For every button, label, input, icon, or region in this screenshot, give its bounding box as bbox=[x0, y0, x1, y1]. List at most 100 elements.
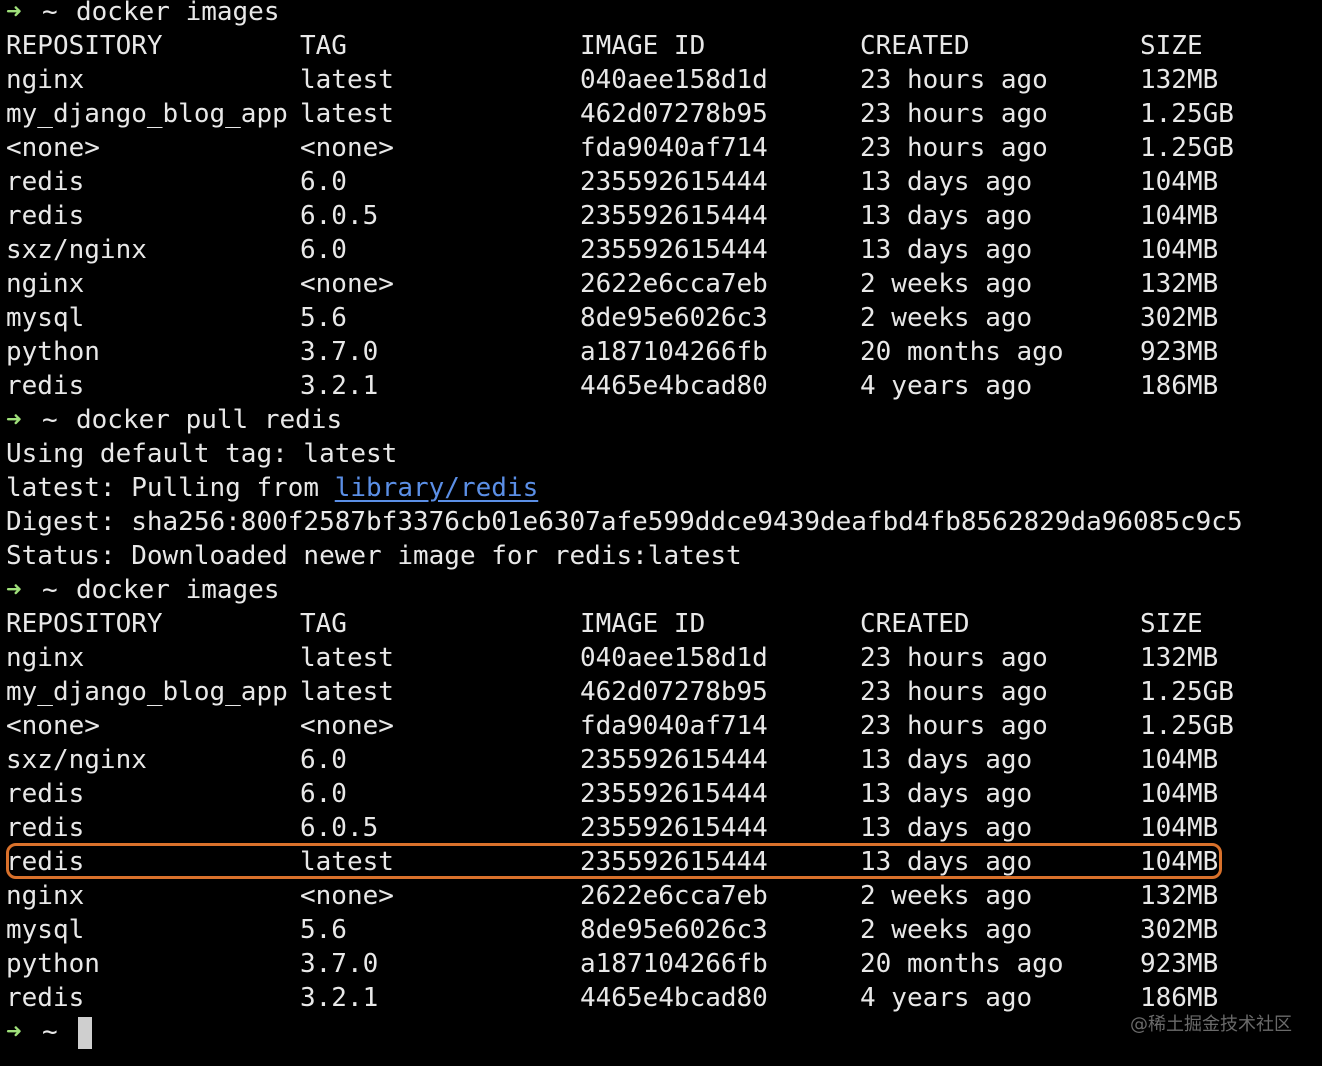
cell-created: 13 days ago bbox=[860, 201, 1033, 231]
cell-size: 1.25GB bbox=[1140, 711, 1234, 741]
cell-tag: latest bbox=[300, 643, 394, 673]
highlight-box bbox=[6, 843, 1222, 879]
table-row: redis 6.0.5 235592615444 13 days ago 104MB bbox=[6, 199, 1316, 233]
cell-repository: my_django_blog_app bbox=[6, 677, 288, 707]
cell-repository: nginx bbox=[6, 269, 85, 299]
cell-repository: redis bbox=[6, 167, 85, 197]
cell-repository: my_django_blog_app bbox=[6, 99, 288, 129]
cell-repository: python bbox=[6, 949, 100, 979]
cell-image-id: 8de95e6026c3 bbox=[580, 303, 768, 333]
command-text: docker images bbox=[76, 575, 280, 605]
cell-repository: nginx bbox=[6, 881, 85, 911]
cell-created: 2 weeks ago bbox=[860, 303, 1033, 333]
cell-tag: 6.0.5 bbox=[300, 813, 379, 843]
cell-created: 23 hours ago bbox=[860, 643, 1048, 673]
cell-repository: mysql bbox=[6, 915, 85, 945]
command-line: ➜ ~ docker images bbox=[6, 573, 1316, 607]
cell-image-id: 4465e4bcad80 bbox=[580, 983, 768, 1013]
table-row: redis 3.2.1 4465e4bcad80 4 years ago 186MB bbox=[6, 981, 1316, 1015]
cell-image-id: 235592615444 bbox=[580, 201, 768, 231]
text-cursor[interactable] bbox=[78, 1016, 92, 1049]
cell-size: 104MB bbox=[1140, 235, 1219, 265]
table-row: nginx latest 040aee158d1d 23 hours ago 132MB bbox=[6, 63, 1316, 97]
cell-created: 23 hours ago bbox=[860, 711, 1048, 741]
cell-size: 132MB bbox=[1140, 881, 1219, 911]
header-size: SIZE bbox=[1140, 31, 1203, 61]
cell-created: 4 years ago bbox=[860, 983, 1033, 1013]
cell-tag: <none> bbox=[300, 269, 394, 299]
cell-image-id: fda9040af714 bbox=[580, 711, 768, 741]
cell-image-id: 040aee158d1d bbox=[580, 65, 768, 95]
terminal-output[interactable]: ➜ ~ docker images REPOSITORY TAG IMAGE ID … bbox=[6, 0, 1316, 1049]
cell-image-id: 235592615444 bbox=[580, 813, 768, 843]
cell-image-id: 2622e6cca7eb bbox=[580, 881, 768, 911]
cell-created: 23 hours ago bbox=[860, 133, 1048, 163]
header-created: CREATED bbox=[860, 609, 970, 639]
table-row: nginx <none> 2622e6cca7eb 2 weeks ago 132MB bbox=[6, 267, 1316, 301]
cell-tag: 5.6 bbox=[300, 303, 347, 333]
cell-tag: latest bbox=[300, 65, 394, 95]
cell-size: 1.25GB bbox=[1140, 133, 1234, 163]
cell-created: 13 days ago bbox=[860, 813, 1033, 843]
cell-tag: 3.7.0 bbox=[300, 337, 379, 367]
command-text: docker images bbox=[76, 0, 280, 27]
cell-repository: mysql bbox=[6, 303, 85, 333]
repository-link[interactable]: library/redis bbox=[335, 473, 539, 503]
header-tag: TAG bbox=[300, 31, 347, 61]
images-table-second: nginx latest 040aee158d1d 23 hours ago 132MB… bbox=[6, 641, 1316, 1015]
cell-image-id: 235592615444 bbox=[580, 235, 768, 265]
prompt-arrow-icon: ➜ bbox=[6, 0, 22, 27]
cell-size: 302MB bbox=[1140, 303, 1219, 333]
cell-size: 1.25GB bbox=[1140, 677, 1234, 707]
cell-image-id: 462d07278b95 bbox=[580, 677, 768, 707]
table-row: mysql 5.6 8de95e6026c3 2 weeks ago 302MB bbox=[6, 301, 1316, 335]
cell-tag: 3.2.1 bbox=[300, 371, 379, 401]
cell-repository: redis bbox=[6, 983, 85, 1013]
watermark: @稀土掘金技术社区 bbox=[1130, 1014, 1292, 1035]
command-line[interactable]: ➜ ~ bbox=[6, 1015, 1316, 1049]
cell-image-id: 040aee158d1d bbox=[580, 643, 768, 673]
cell-size: 104MB bbox=[1140, 813, 1219, 843]
prompt-tilde: ~ bbox=[42, 575, 58, 605]
cell-created: 20 months ago bbox=[860, 949, 1064, 979]
cell-repository: nginx bbox=[6, 65, 85, 95]
table-row: sxz/nginx 6.0 235592615444 13 days ago 104MB bbox=[6, 743, 1316, 777]
cell-size: 186MB bbox=[1140, 371, 1219, 401]
table-row: <none> <none> fda9040af714 23 hours ago 1.25… bbox=[6, 709, 1316, 743]
cell-image-id: 8de95e6026c3 bbox=[580, 915, 768, 945]
cell-repository: python bbox=[6, 337, 100, 367]
cell-created: 13 days ago bbox=[860, 779, 1033, 809]
table-row: nginx <none> 2622e6cca7eb 2 weeks ago 132MB bbox=[6, 879, 1316, 913]
header-size: SIZE bbox=[1140, 609, 1203, 639]
table-row: python 3.7.0 a187104266fb 20 months ago 923M… bbox=[6, 947, 1316, 981]
cell-tag: <none> bbox=[300, 133, 394, 163]
table-row: python 3.7.0 a187104266fb 20 months ago 923M… bbox=[6, 335, 1316, 369]
cell-size: 302MB bbox=[1140, 915, 1219, 945]
cell-repository: redis bbox=[6, 371, 85, 401]
cell-created: 23 hours ago bbox=[860, 65, 1048, 95]
header-repository: REPOSITORY bbox=[6, 609, 163, 639]
cell-created: 23 hours ago bbox=[860, 677, 1048, 707]
output-line: latest: Pulling from library/redis bbox=[6, 471, 1316, 505]
cell-created: 13 days ago bbox=[860, 167, 1033, 197]
cell-repository: sxz/nginx bbox=[6, 745, 147, 775]
prompt-tilde: ~ bbox=[42, 0, 58, 27]
cell-size: 104MB bbox=[1140, 201, 1219, 231]
cell-tag: 6.0 bbox=[300, 745, 347, 775]
cell-tag: <none> bbox=[300, 881, 394, 911]
table-row: redis 6.0.5 235592615444 13 days ago 104MB bbox=[6, 811, 1316, 845]
header-repository: REPOSITORY bbox=[6, 31, 163, 61]
cell-size: 132MB bbox=[1140, 269, 1219, 299]
header-image-id: IMAGE ID bbox=[580, 609, 706, 639]
table-row: <none> <none> fda9040af714 23 hours ago 1.25… bbox=[6, 131, 1316, 165]
prompt-arrow-icon: ➜ bbox=[6, 575, 22, 605]
cell-image-id: 235592615444 bbox=[580, 745, 768, 775]
cell-tag: latest bbox=[300, 99, 394, 129]
cell-created: 2 weeks ago bbox=[860, 269, 1033, 299]
cell-created: 23 hours ago bbox=[860, 99, 1048, 129]
cell-created: 2 weeks ago bbox=[860, 881, 1033, 911]
cell-image-id: 235592615444 bbox=[580, 779, 768, 809]
table-row: redis 6.0 235592615444 13 days ago 104MB bbox=[6, 165, 1316, 199]
output-text: latest: Pulling from bbox=[6, 473, 335, 503]
table-row: redis 3.2.1 4465e4bcad80 4 years ago 186MB bbox=[6, 369, 1316, 403]
